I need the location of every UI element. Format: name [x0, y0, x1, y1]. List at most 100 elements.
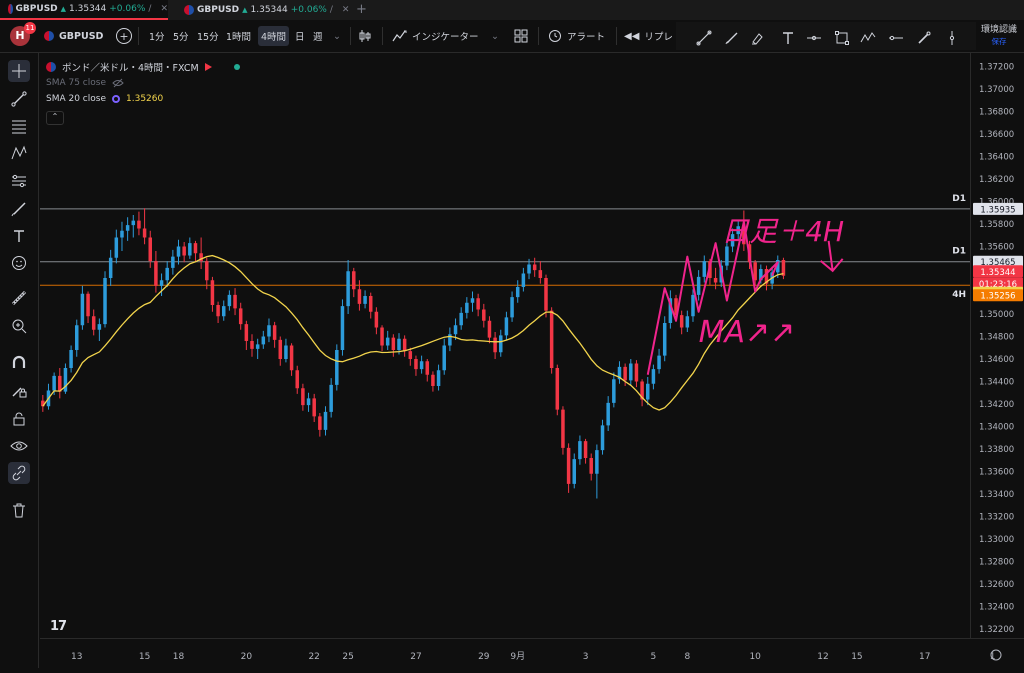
time-tick-label: 15: [139, 652, 150, 662]
candle: [572, 453, 577, 489]
candles-icon[interactable]: [358, 20, 372, 52]
candle: [493, 332, 497, 359]
rectangle-icon[interactable]: [834, 30, 850, 46]
ray-icon[interactable]: [888, 30, 904, 46]
candle-body: [436, 370, 441, 386]
candle-body: [583, 441, 588, 458]
highlighter-icon[interactable]: [750, 30, 766, 46]
vertical-line-icon[interactable]: [944, 30, 960, 46]
chart-pane[interactable]: 日足＋4H MA↗↗ D1 D1 4H ポンド／米ドル・4時間・FXCM SMA 75 …: [40, 53, 970, 638]
legend-sma20[interactable]: SMA 20 close 1.35260: [46, 91, 240, 107]
pencil-icon[interactable]: [916, 30, 932, 46]
projection-icon[interactable]: [8, 170, 30, 192]
zoom-icon[interactable]: [8, 315, 30, 337]
price-tick-label: 1.34600: [979, 355, 1014, 365]
timeframe-week[interactable]: 週: [313, 20, 323, 52]
candle: [629, 359, 633, 385]
candle-body: [374, 311, 379, 328]
price-tick-label: 1.34200: [979, 400, 1014, 410]
candle: [182, 242, 186, 263]
alert-button[interactable]: アラート: [548, 20, 605, 52]
pattern-icon[interactable]: [8, 142, 30, 164]
candle: [69, 345, 73, 373]
price-chart[interactable]: 日足＋4H MA↗↗ D1 D1 4H: [40, 53, 970, 638]
replay-button[interactable]: ◀◀ リプレ: [624, 20, 673, 52]
hline-icon[interactable]: [806, 30, 822, 46]
trendline-icon[interactable]: [696, 30, 712, 46]
indicators-dropdown-icon[interactable]: ⌄: [491, 20, 499, 52]
close-tab-icon[interactable]: ✕: [160, 4, 168, 14]
candle: [233, 288, 237, 316]
text-icon[interactable]: [780, 30, 796, 46]
timeframe-15m[interactable]: 15分: [197, 20, 219, 52]
legend-title: ポンド／米ドル・4時間・FXCM: [62, 63, 199, 74]
candle: [301, 383, 305, 411]
timeframe-day[interactable]: 日: [295, 20, 305, 52]
ruler-icon[interactable]: [8, 287, 30, 309]
candle-body: [442, 345, 446, 371]
candle: [380, 325, 384, 352]
candle-body: [295, 370, 299, 389]
magnet-icon[interactable]: [8, 352, 30, 374]
tab-gbpusd[interactable]: GBPUSD ▲ 1.35344 +0.06% / ✕: [176, 0, 356, 20]
candle: [606, 396, 610, 431]
path-icon[interactable]: [860, 30, 876, 46]
fib-icon[interactable]: [8, 115, 30, 137]
lock-drawing-icon[interactable]: [8, 380, 30, 402]
layout-name-button[interactable]: 環境認識 保存: [976, 24, 1022, 48]
candle-body: [244, 324, 249, 341]
candle: [600, 419, 605, 455]
lock-icon[interactable]: [8, 408, 30, 430]
layout-name: 環境認識: [980, 25, 1017, 35]
price-axis[interactable]: 1.37200 1.37000 1.36800 1.36600 1.36400 1.362…: [970, 53, 1024, 638]
collapse-legend-button[interactable]: ⌃: [46, 111, 64, 125]
up-arrow-icon: ▲: [242, 6, 248, 14]
emoji-icon[interactable]: [8, 252, 30, 274]
candle: [436, 364, 441, 391]
candle-body: [476, 298, 480, 310]
hidden-eye-icon[interactable]: [112, 78, 124, 88]
candle-body: [572, 459, 577, 484]
notification-badge: 11: [24, 22, 36, 34]
timeframe-1h[interactable]: 1時間: [226, 20, 251, 52]
trendline-icon[interactable]: [8, 88, 30, 110]
candle-body: [210, 280, 215, 305]
candle-body: [148, 237, 152, 262]
brush-icon[interactable]: [8, 198, 30, 220]
indicators-button[interactable]: インジケーター: [392, 20, 479, 52]
candle: [549, 307, 554, 374]
timeframe-5m[interactable]: 5分: [173, 20, 189, 52]
chevron-down-icon[interactable]: ⌄: [333, 20, 341, 52]
candle: [63, 363, 68, 394]
tab-gbpusd-active[interactable]: GBPUSD ▲ 1.35344 +0.06% / ✕: [0, 0, 168, 20]
candle: [391, 334, 396, 357]
timeframe-4h-button[interactable]: 4時間: [258, 20, 290, 52]
eye-icon[interactable]: [8, 435, 30, 457]
price-tick-label: 1.35600: [979, 243, 1014, 253]
link-icon[interactable]: [8, 462, 30, 484]
candle: [227, 290, 232, 311]
trash-icon[interactable]: [8, 499, 30, 521]
price-tick-label: 1.32200: [979, 625, 1014, 635]
text-icon[interactable]: [8, 225, 30, 247]
compare-symbol-button[interactable]: +: [116, 20, 132, 52]
level-price-tag: 1.35935: [980, 205, 1015, 215]
close-tab-icon[interactable]: ✕: [342, 5, 350, 15]
candle-body: [250, 341, 254, 349]
timeframe-1m[interactable]: 1分: [149, 20, 165, 52]
price-tick-label: 1.37200: [979, 63, 1014, 73]
candle-body: [561, 409, 565, 448]
candle: [544, 274, 548, 318]
legend-sma75[interactable]: SMA 75 close: [46, 75, 240, 91]
layout-icon[interactable]: [514, 20, 528, 52]
time-axis[interactable]: 13 15 18 20 22 25 27 29 9月 3 5 8 10 12 15 17 1: [40, 638, 1024, 669]
brush-icon[interactable]: [724, 30, 740, 46]
flag-marker-icon[interactable]: [204, 63, 212, 71]
candle: [555, 364, 560, 416]
add-tab-button[interactable]: +: [356, 0, 367, 20]
candle-body: [753, 262, 757, 281]
candle-body: [470, 298, 475, 303]
candle: [255, 338, 260, 359]
crosshair-icon[interactable]: [8, 60, 30, 82]
symbol-search-button[interactable]: GBPUSD: [44, 20, 103, 52]
